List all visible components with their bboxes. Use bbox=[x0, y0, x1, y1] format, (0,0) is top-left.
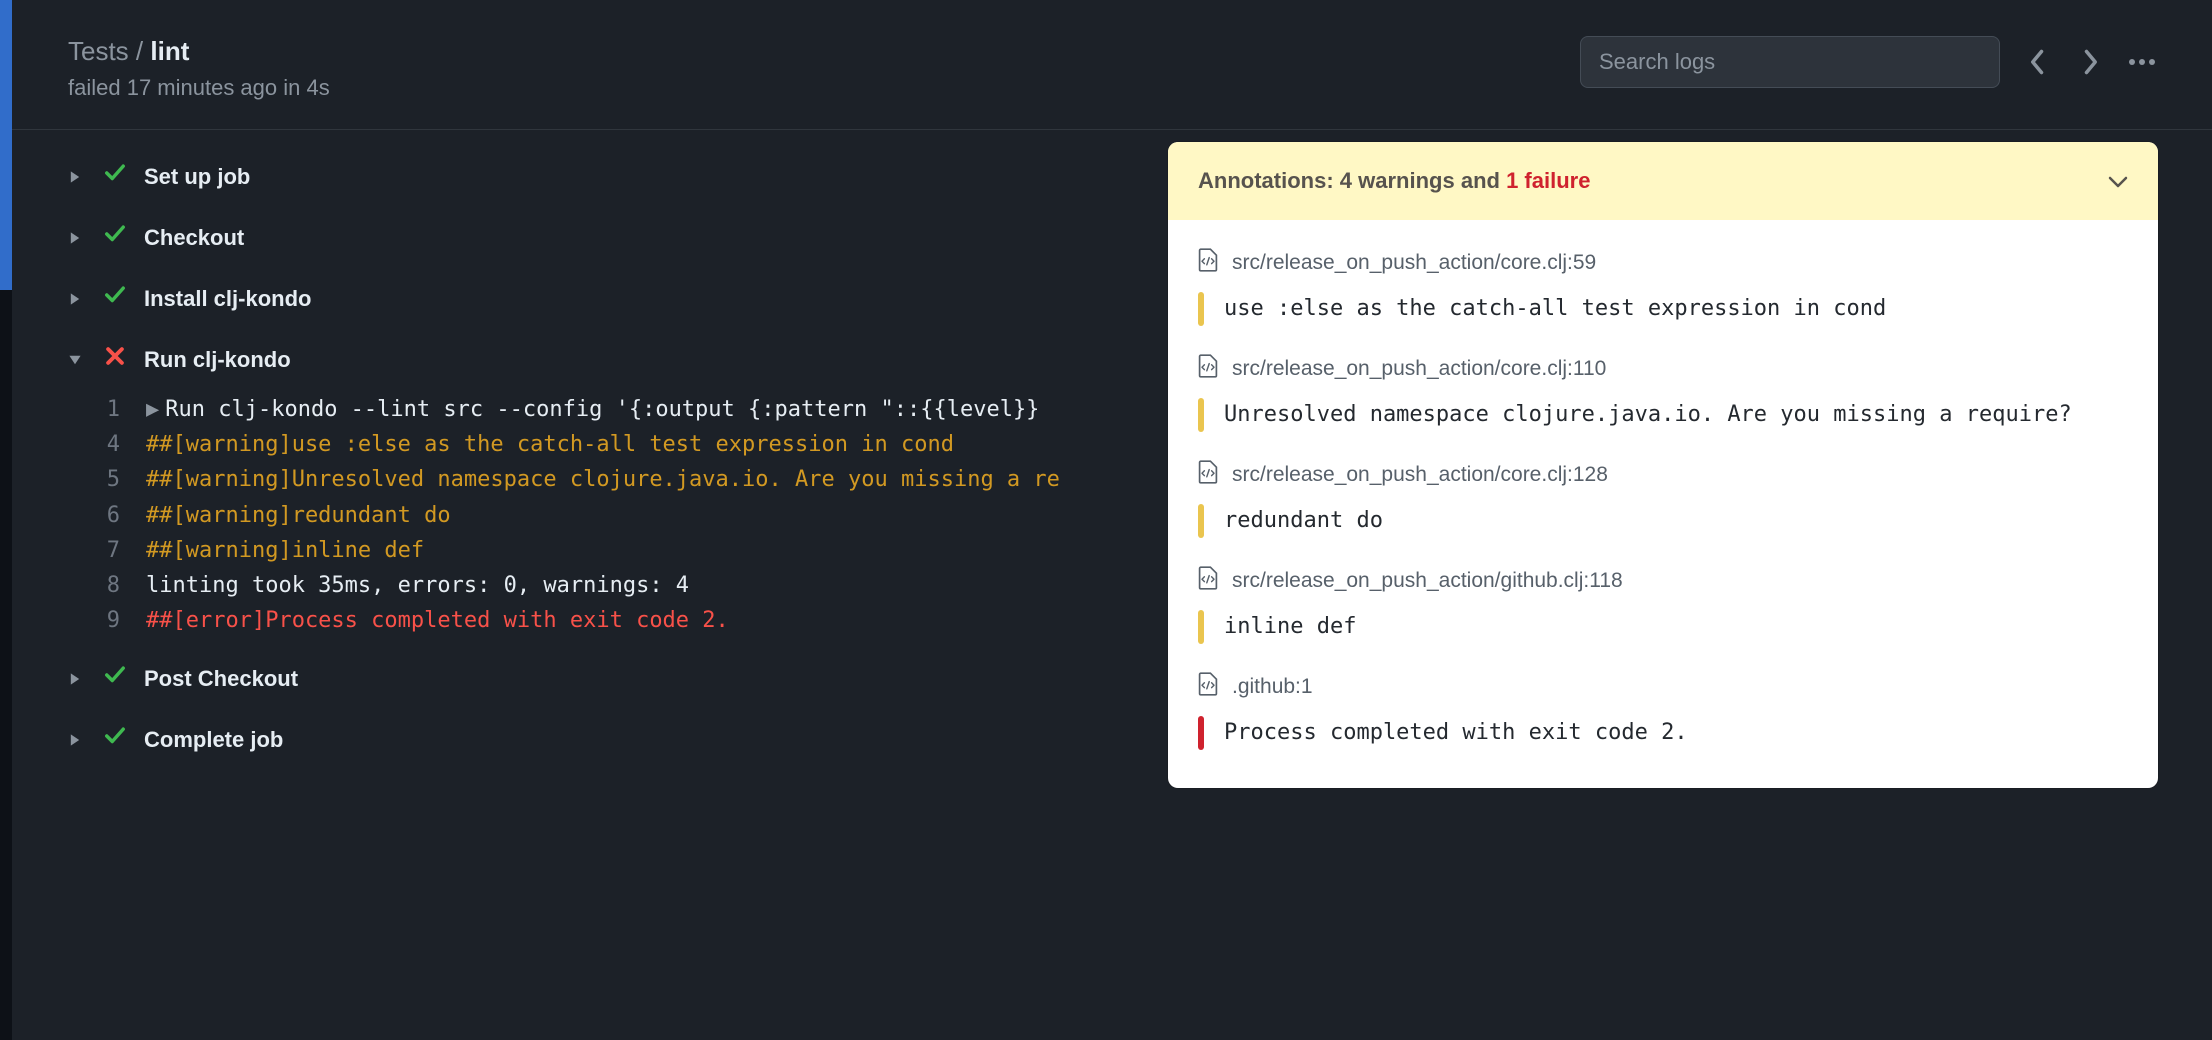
step-label: Post Checkout bbox=[144, 666, 298, 692]
line-number: 4 bbox=[92, 427, 120, 462]
step-label: Checkout bbox=[144, 225, 244, 251]
annotation-message: Process completed with exit code 2. bbox=[1224, 716, 1688, 750]
annotation-item[interactable]: src/release_on_push_action/core.clj:59us… bbox=[1168, 228, 2158, 334]
more-options-button[interactable] bbox=[2128, 48, 2156, 76]
annotations-warning-count: 4 warnings bbox=[1340, 168, 1455, 193]
annotation-location-text: src/release_on_push_action/core.clj:128 bbox=[1232, 463, 1608, 487]
annotation-location-text: src/release_on_push_action/core.clj:110 bbox=[1232, 357, 1606, 381]
caret-right-icon bbox=[68, 231, 86, 245]
line-text: ##[error]Process completed with exit cod… bbox=[146, 603, 729, 638]
line-text: ##[warning]Unresolved namespace clojure.… bbox=[146, 462, 1060, 497]
job-header: Tests / lint failed 17 minutes ago in 4s bbox=[12, 0, 2212, 130]
annotations-body: src/release_on_push_action/core.clj:59us… bbox=[1168, 220, 2158, 788]
annotation-message: use :else as the catch-all test expressi… bbox=[1224, 292, 1886, 326]
file-icon bbox=[1198, 354, 1218, 384]
annotation-item[interactable]: src/release_on_push_action/github.clj:11… bbox=[1168, 546, 2158, 652]
job-body: Set up job Checkout Install clj-kondo Run c… bbox=[12, 130, 2212, 1040]
job-status-subline: failed 17 minutes ago in 4s bbox=[68, 75, 330, 101]
annotation-message: inline def bbox=[1224, 610, 1356, 644]
annotation-message-row: Unresolved namespace clojure.java.io. Ar… bbox=[1198, 398, 2128, 432]
caret-down-icon bbox=[68, 353, 86, 367]
selection-indicator bbox=[0, 0, 12, 290]
caret-right-icon bbox=[68, 170, 86, 184]
annotation-message: Unresolved namespace clojure.java.io. Ar… bbox=[1224, 398, 2072, 432]
line-text: linting took 35ms, errors: 0, warnings: … bbox=[146, 568, 689, 603]
annotation-message-row: Process completed with exit code 2. bbox=[1198, 716, 2128, 750]
caret-right-icon bbox=[68, 733, 86, 747]
step-label: Install clj-kondo bbox=[144, 286, 311, 312]
line-text: ##[warning]inline def bbox=[146, 533, 424, 568]
annotation-message: redundant do bbox=[1224, 504, 1383, 538]
annotation-item[interactable]: src/release_on_push_action/core.clj:110 U… bbox=[1168, 334, 2158, 440]
line-text: ##[warning]redundant do bbox=[146, 498, 451, 533]
annotation-location: src/release_on_push_action/core.clj:59 bbox=[1198, 248, 2128, 278]
annotation-message-row: inline def bbox=[1198, 610, 2128, 644]
line-text: ##[warning]use :else as the catch-all te… bbox=[146, 427, 954, 462]
caret-right-icon bbox=[68, 292, 86, 306]
header-actions bbox=[1580, 36, 2156, 88]
line-number: 1 bbox=[92, 392, 120, 427]
chevron-down-icon bbox=[2108, 168, 2128, 194]
search-input[interactable] bbox=[1580, 36, 2000, 88]
line-number: 5 bbox=[92, 462, 120, 497]
next-match-button[interactable] bbox=[2076, 48, 2104, 76]
job-title-block: Tests / lint failed 17 minutes ago in 4s bbox=[68, 36, 330, 101]
line-number: 7 bbox=[92, 533, 120, 568]
annotation-message-row: use :else as the catch-all test expressi… bbox=[1198, 292, 2128, 326]
annotation-location: src/release_on_push_action/core.clj:110 bbox=[1198, 354, 2128, 384]
annotation-location: .github:1 bbox=[1198, 672, 2128, 702]
annotation-location-text: .github:1 bbox=[1232, 675, 1313, 699]
severity-bar-warning bbox=[1198, 504, 1204, 538]
caret-right-icon bbox=[68, 672, 86, 686]
annotations-and: and bbox=[1461, 168, 1500, 193]
x-icon bbox=[104, 345, 126, 374]
breadcrumb-job-name: lint bbox=[150, 36, 189, 66]
file-icon bbox=[1198, 460, 1218, 490]
step-label: Complete job bbox=[144, 727, 283, 753]
severity-bar-warning bbox=[1198, 610, 1204, 644]
file-icon bbox=[1198, 672, 1218, 702]
job-run-panel: Tests / lint failed 17 minutes ago in 4s… bbox=[12, 0, 2212, 1040]
severity-bar-warning bbox=[1198, 292, 1204, 326]
check-icon bbox=[104, 223, 126, 252]
severity-bar-warning bbox=[1198, 398, 1204, 432]
annotation-location-text: src/release_on_push_action/github.clj:11… bbox=[1232, 569, 1623, 593]
annotations-prefix: Annotations: bbox=[1198, 168, 1334, 193]
line-text: ▶Run clj-kondo --lint src --config '{:ou… bbox=[146, 392, 1039, 427]
file-icon bbox=[1198, 248, 1218, 278]
line-number: 9 bbox=[92, 603, 120, 638]
annotations-panel: Annotations: 4 warnings and 1 failure sr… bbox=[1168, 142, 2158, 788]
line-number: 6 bbox=[92, 498, 120, 533]
breadcrumb-prefix: Tests bbox=[68, 36, 129, 66]
check-icon bbox=[104, 162, 126, 191]
check-icon bbox=[104, 664, 126, 693]
breadcrumb-separator: / bbox=[136, 36, 143, 66]
step-label: Run clj-kondo bbox=[144, 347, 291, 373]
line-number: 8 bbox=[92, 568, 120, 603]
annotations-header[interactable]: Annotations: 4 warnings and 1 failure bbox=[1168, 142, 2158, 220]
step-label: Set up job bbox=[144, 164, 250, 190]
annotation-item[interactable]: .github:1 Process completed with exit cod… bbox=[1168, 652, 2158, 758]
severity-bar-error bbox=[1198, 716, 1204, 750]
annotation-location: src/release_on_push_action/github.clj:11… bbox=[1198, 566, 2128, 596]
prev-match-button[interactable] bbox=[2024, 48, 2052, 76]
annotations-summary: Annotations: 4 warnings and 1 failure bbox=[1198, 168, 1590, 194]
annotations-failure-count: 1 failure bbox=[1506, 168, 1590, 193]
file-icon bbox=[1198, 566, 1218, 596]
breadcrumb: Tests / lint bbox=[68, 36, 330, 67]
check-icon bbox=[104, 725, 126, 754]
annotation-message-row: redundant do bbox=[1198, 504, 2128, 538]
annotation-item[interactable]: src/release_on_push_action/core.clj:128r… bbox=[1168, 440, 2158, 546]
annotation-location-text: src/release_on_push_action/core.clj:59 bbox=[1232, 251, 1596, 275]
check-icon bbox=[104, 284, 126, 313]
annotation-location: src/release_on_push_action/core.clj:128 bbox=[1198, 460, 2128, 490]
